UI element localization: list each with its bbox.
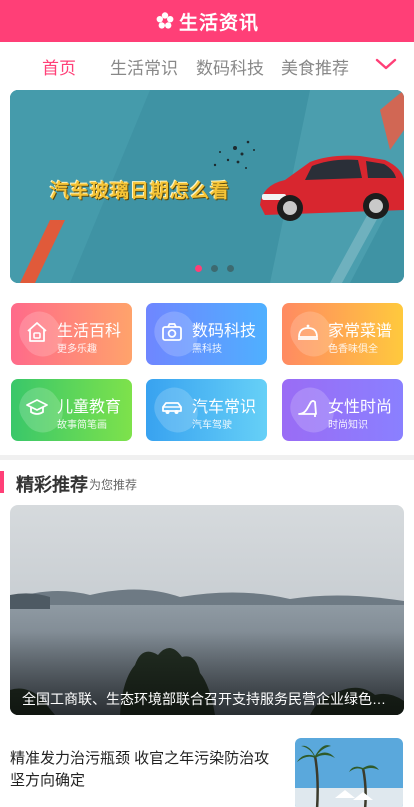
category-title: 女性时尚 [328,399,393,416]
category-subtitle: 色香味俱全 [328,344,378,355]
category-title: 家常菜谱 [328,323,393,340]
flower-logo-icon [156,12,174,29]
category-life-encyclopedia[interactable]: 生活百科 更多乐趣 [11,303,132,365]
section-header: 精彩推荐 为您推荐 [0,470,414,495]
category-tabs: 首页 生活常识 数码科技 美食推荐 [0,42,414,88]
carousel-dot[interactable] [227,265,234,272]
tab-digital-tech[interactable]: 数码科技 [196,54,264,79]
category-title: 汽车常识 [192,399,257,416]
category-women-fashion[interactable]: 女性时尚 时尚知识 [282,379,403,441]
news-thumbnail [295,738,403,807]
section-subtitle: 为您推荐 [89,478,138,492]
category-title: 儿童教育 [57,399,122,416]
tab-food[interactable]: 美食推荐 [281,54,349,79]
car-icon [162,402,182,414]
graduation-cap-icon [26,399,48,415]
featured-caption: 全国工商联、生态环境部联合召开支持服务民营企业绿色发展 [22,691,392,707]
section-divider [0,455,414,460]
house-icon [27,322,47,342]
category-subtitle: 故事简笔画 [57,420,107,431]
tab-home[interactable]: 首页 [42,54,76,79]
carousel-dot[interactable] [211,265,218,272]
category-subtitle: 时尚知识 [328,420,368,431]
tab-life-tips[interactable]: 生活常识 [110,54,178,79]
news-title: 精准发力治污瓶颈 收官之年污染防治攻坚方向确定 [10,750,270,789]
category-subtitle: 更多乐趣 [57,344,97,355]
carousel-dot[interactable] [195,265,202,272]
category-car-tips[interactable]: 汽车常识 汽车驾驶 [146,379,267,441]
featured-article[interactable]: 全国工商联、生态环境部联合召开支持服务民营企业绿色发展 [10,505,404,715]
app-header: 生活资讯 [0,0,414,42]
section-title: 精彩推荐 [16,475,88,495]
banner-caption: 汽车玻璃日期怎么看 [50,181,231,202]
category-child-education[interactable]: 儿童教育 故事简笔画 [11,379,132,441]
category-digital-tech[interactable]: 数码科技 黑科技 [146,303,267,365]
dish-cover-icon [298,324,318,340]
app-title: 生活资讯 [178,12,259,34]
category-title: 生活百科 [57,323,122,340]
high-heel-icon [298,400,317,417]
news-list-item[interactable]: 精准发力治污瓶颈 收官之年污染防治攻坚方向确定 [0,735,414,807]
category-subtitle: 黑科技 [192,344,222,355]
carousel-indicators [195,265,234,272]
featured-image [10,505,404,715]
chevron-down-icon[interactable] [374,54,398,74]
category-subtitle: 汽车驾驶 [192,420,232,431]
category-home-recipes[interactable]: 家常菜谱 色香味俱全 [282,303,403,365]
section-accent-bar [0,471,4,493]
camera-icon [162,323,182,341]
category-title: 数码科技 [192,323,257,340]
banner-carousel[interactable]: 汽车玻璃日期怎么看 [10,90,404,283]
